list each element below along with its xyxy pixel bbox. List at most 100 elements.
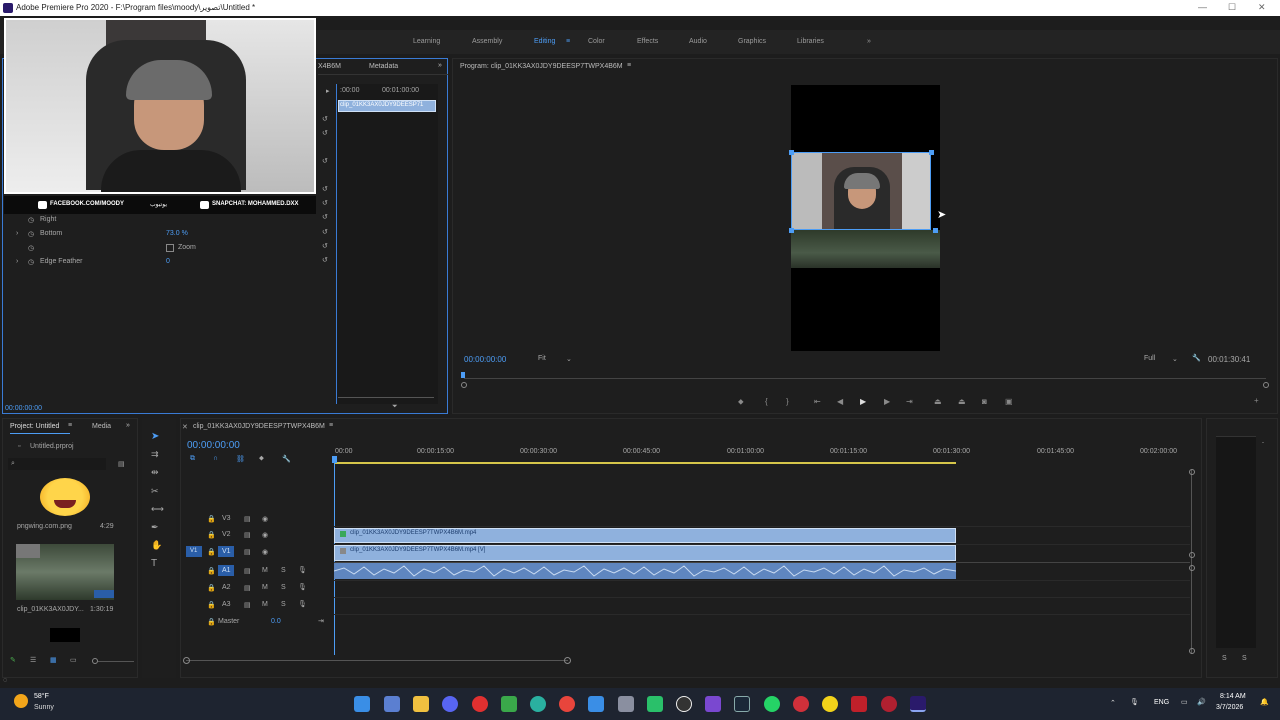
lock-icon[interactable]: 🔒	[207, 567, 216, 575]
hand-tool-icon[interactable]: ✋	[151, 540, 162, 551]
reset-icon[interactable]: ↺	[322, 185, 328, 193]
reset-icon[interactable]: ↺	[322, 157, 328, 165]
property-bottom-value[interactable]: 73.0 %	[166, 230, 188, 237]
search-input[interactable]	[8, 458, 106, 470]
film-icon[interactable]: ▤	[244, 531, 251, 539]
go-to-out-icon[interactable]: ⇥	[906, 397, 913, 406]
panel-menu-icon[interactable]: ≡	[329, 422, 333, 429]
chevron-down-icon[interactable]: ⌄	[1172, 355, 1178, 363]
zoom-handle-left[interactable]	[461, 382, 467, 388]
pen-tool-icon[interactable]: ✒	[151, 522, 159, 533]
microphone-icon[interactable]: 🎙	[298, 600, 307, 608]
weather-temp[interactable]: 58°F	[34, 693, 49, 700]
transform-handle[interactable]	[789, 228, 794, 233]
track-lane-v3[interactable]	[334, 511, 1190, 527]
go-to-end-icon[interactable]: ⇥	[318, 617, 324, 625]
sync-lock-icon[interactable]: ▤	[244, 601, 251, 609]
edge-feather-value[interactable]: 0	[166, 258, 170, 265]
master-volume-value[interactable]: 0.0	[271, 618, 281, 625]
acrobat-icon[interactable]	[851, 696, 867, 712]
mark-out-icon[interactable]: }	[786, 397, 789, 406]
expand-arrow-icon[interactable]: ›	[16, 258, 18, 265]
solo-meter-button[interactable]: S	[1242, 655, 1247, 662]
transform-handle[interactable]	[789, 150, 794, 155]
chevron-down-icon[interactable]: ⌄	[566, 355, 572, 363]
openai-icon[interactable]	[676, 696, 692, 712]
camera-icon[interactable]: ◙	[982, 397, 987, 406]
solo-button[interactable]: S	[281, 584, 286, 591]
notification-icon[interactable]: 🔔	[1260, 698, 1269, 706]
lock-icon[interactable]: 🔒	[207, 601, 216, 609]
reset-icon[interactable]: ↺	[322, 115, 328, 123]
weather-sun-icon[interactable]	[14, 694, 28, 708]
step-back-icon[interactable]: ◀	[837, 397, 843, 406]
excel-icon[interactable]	[501, 696, 517, 712]
tray-chevron-icon[interactable]: ⌃	[1110, 699, 1116, 707]
panel-expand-icon[interactable]: »	[126, 422, 130, 429]
network-icon[interactable]: ▭	[1181, 698, 1188, 706]
list-view-icon[interactable]: ☰	[30, 656, 36, 664]
snap-icon[interactable]: ∩	[213, 455, 218, 462]
ripple-edit-tool-icon[interactable]: ⇹	[151, 467, 159, 478]
timeline-timecode[interactable]: 00:00:00:00	[187, 440, 240, 451]
fit-dropdown[interactable]: Fit	[538, 355, 546, 362]
clock-time[interactable]: 8:14 AM	[1220, 693, 1246, 700]
solo-button[interactable]: S	[281, 601, 286, 608]
app-grid-icon[interactable]	[705, 696, 721, 712]
stopwatch-icon[interactable]: ◷	[28, 230, 34, 238]
program-timecode[interactable]: 00:00:00:00	[464, 355, 506, 364]
volume-icon[interactable]: 🔊	[1197, 698, 1206, 706]
snapchat-taskbar-icon[interactable]	[822, 696, 838, 712]
scroll-handle[interactable]	[1189, 469, 1195, 475]
reset-icon[interactable]: ↺	[322, 129, 328, 137]
record-app-icon[interactable]	[881, 696, 897, 712]
reset-icon[interactable]: ↺	[322, 228, 328, 236]
outlook-icon[interactable]	[588, 696, 604, 712]
wrench-icon[interactable]: 🔧	[282, 455, 291, 463]
scroll-handle[interactable]	[564, 657, 571, 664]
language-indicator[interactable]: ENG	[1154, 699, 1169, 706]
whatsapp-business-icon[interactable]	[647, 696, 663, 712]
discord-icon[interactable]	[442, 696, 458, 712]
recorder-icon[interactable]	[472, 696, 488, 712]
compare-icon[interactable]: ▣	[1005, 397, 1013, 406]
razor-tool-icon[interactable]: ✂	[151, 486, 159, 497]
whatsapp-icon[interactable]	[764, 696, 780, 712]
file-explorer-alt-icon[interactable]	[384, 696, 400, 712]
windows-start-icon[interactable]	[354, 696, 370, 712]
lock-icon[interactable]: 🔒	[207, 515, 216, 523]
lock-icon[interactable]: 🔒	[207, 548, 216, 556]
eye-icon[interactable]: ◉	[262, 548, 268, 556]
add-marker-icon[interactable]: ⬥	[259, 455, 264, 463]
mute-button[interactable]: M	[262, 567, 268, 574]
play-icon[interactable]: ▸	[326, 87, 330, 95]
panel-expand-icon[interactable]: »	[438, 62, 442, 69]
search-icon[interactable]: ⌕	[11, 460, 15, 468]
sync-lock-icon[interactable]: ▤	[244, 567, 251, 575]
panel-menu-icon[interactable]: ≡	[68, 422, 72, 429]
play-button-icon[interactable]: ▶	[860, 397, 866, 406]
scroll-handle[interactable]	[1189, 648, 1195, 654]
reset-icon[interactable]: ↺	[322, 256, 328, 264]
edge-icon[interactable]	[530, 696, 546, 712]
workspace-libraries[interactable]: Libraries	[797, 38, 824, 45]
add-button-icon[interactable]: +	[1254, 396, 1259, 405]
go-to-in-icon[interactable]: ⇤	[814, 397, 821, 406]
weather-text[interactable]: Sunny	[34, 704, 54, 711]
store-icon[interactable]	[618, 696, 634, 712]
workspace-editing[interactable]: Editing	[534, 38, 555, 45]
film-icon[interactable]: ▤	[244, 515, 251, 523]
stopwatch-icon[interactable]: ◷	[28, 258, 34, 266]
mini-scrollbar[interactable]	[338, 397, 434, 398]
workspace-assembly[interactable]: Assembly	[472, 38, 502, 45]
clock-date[interactable]: 3/7/2026	[1216, 704, 1243, 711]
workspace-graphics[interactable]: Graphics	[738, 38, 766, 45]
timeline-playhead-handle[interactable]	[332, 456, 337, 463]
add-marker-icon[interactable]: ⬥	[738, 397, 744, 407]
linked-selection-icon[interactable]: ⛓	[236, 455, 245, 463]
tab-project[interactable]: Project: Untitled	[10, 423, 59, 430]
mark-in-icon[interactable]: {	[765, 397, 768, 406]
mute-button[interactable]: M	[262, 601, 268, 608]
pencil-icon[interactable]: ✎	[10, 656, 16, 664]
minimize-button[interactable]: —	[1198, 2, 1207, 12]
